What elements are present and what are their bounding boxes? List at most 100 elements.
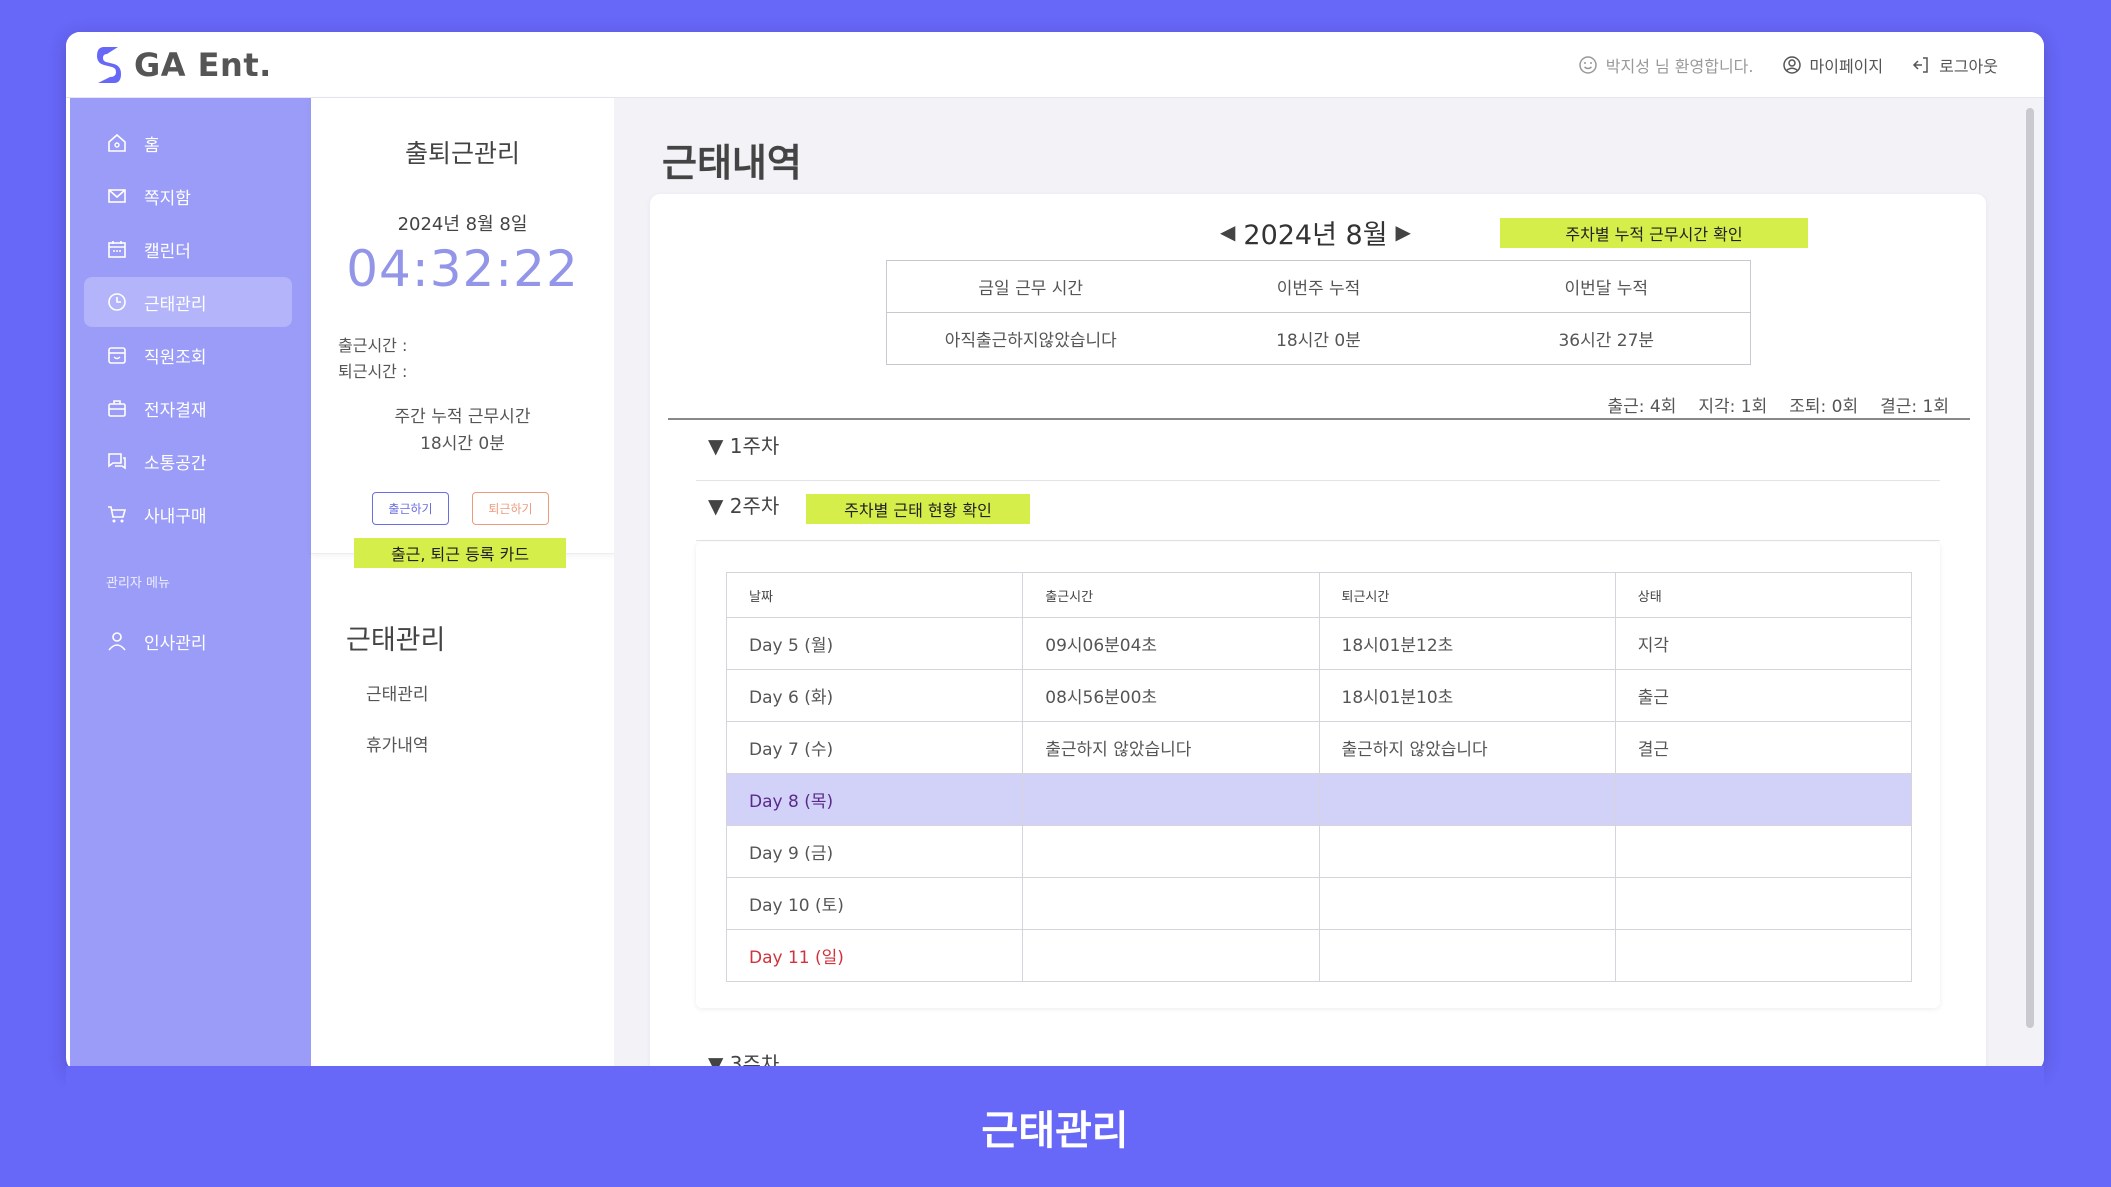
sidebar-item-home[interactable]: 홈 [84,118,292,168]
table-row[interactable]: Day 7 (수) 출근하지 않았습니다 출근하지 않았습니다 결근 [725,721,1913,774]
week-toggle-2[interactable]: ▼ 2주차 [708,490,779,519]
table-header-row: 날짜 출근시간 퇴근시간 상태 [725,572,1913,618]
day-cell: Day 9 (금) [725,825,1024,878]
day-cell: Day 6 (화) [725,669,1024,722]
card-title: 출퇴근관리 [404,139,520,168]
status-cell [1614,825,1913,878]
out-time-cell: 18시01분12초 [1318,617,1616,670]
weekly-total-annotation-tag: 주차별 누적 근무시간 확인 [1500,218,1808,248]
scrollbar[interactable] [2026,108,2034,1028]
clock-out-time: 퇴근시간 : [338,362,408,381]
brand-logo[interactable]: GA Ent. [94,44,272,86]
in-time-cell [1022,825,1320,878]
mypage-link[interactable]: 마이페이지 [1782,53,1883,77]
chat-icon [108,453,126,470]
week-divider [696,540,1940,541]
submenu-attendance-link[interactable]: 근태관리 [366,680,429,705]
table-row[interactable]: Day 11 (일) [725,929,1913,982]
clock-icon [108,293,126,311]
sidebar-item-label: 캘린더 [144,241,191,262]
status-cell [1614,877,1913,930]
count-early-leave: 조퇴: 0회 [1789,397,1859,417]
sidebar-item-label: 쪽지함 [144,188,191,209]
logout-label: 로그아웃 [1939,57,1998,76]
smile-icon [1579,56,1597,74]
status-cell: 지각 [1614,617,1913,670]
attendance-panel: 출퇴근관리 2024년 8월 8일 04:32:22 출근시간 : 퇴근시간 :… [311,98,614,1072]
brand-name: GA Ent. [134,45,272,84]
prev-month-icon[interactable]: ◀ [1220,220,1235,244]
attendance-history: ◀ 2024년 8월 ▶ 주차별 누적 근무시간 확인 금일 근무 시간 이번주… [650,194,1986,1072]
mail-icon [108,189,126,203]
sidebar-item-label: 소통공간 [144,453,207,474]
id-card-icon [108,347,126,364]
clock-in-button[interactable]: 출근하기 [372,492,449,525]
current-date: 2024년 8월 8일 [397,214,528,235]
logout-link[interactable]: 로그아웃 [1911,53,1998,77]
summary-table: 금일 근무 시간 이번주 누적 이번달 누적 아직출근하지않았습니다 18시간 … [886,260,1751,365]
weekly-total-value: 18시간 0분 [420,434,505,454]
sidebar-item-label: 근태관리 [144,294,207,315]
status-cell: 결근 [1614,721,1913,774]
sidebar-item-label: 직원조회 [144,347,207,368]
table-row-current[interactable]: Day 8 (목) [725,773,1913,826]
status-cell [1614,929,1913,982]
out-time-cell [1318,877,1616,930]
day-cell: Day 5 (월) [725,617,1024,670]
sidebar-item-community[interactable]: 소통공간 [84,436,292,486]
sidebar-item-approval[interactable]: 전자결재 [84,383,292,433]
summary-value: 18시간 0분 [1276,331,1361,351]
submenu-title: 근태관리 [346,625,446,656]
table-row[interactable]: Day 9 (금) [725,825,1913,878]
week-toggle-1[interactable]: ▼ 1주차 [708,430,779,459]
logout-icon [1913,57,1928,73]
user-circle-icon [1782,56,1801,74]
welcome-message: 박지성 님 환영합니다. [1578,53,1754,77]
summary-value: 아직출근하지않았습니다 [944,331,1117,351]
week-label: ▼ 1주차 [708,434,780,458]
page-title: 근태내역 [662,141,802,185]
sidebar-item-employees[interactable]: 직원조회 [84,330,292,380]
weekly-total: 주간 누적 근무시간 18시간 0분 [311,404,614,458]
table-row[interactable]: Day 6 (화) 08시56분00초 18시01분10초 출근 [725,669,1913,722]
in-time-cell: 출근하지 않았습니다 [1022,721,1320,774]
briefcase-icon [108,400,126,417]
table-row[interactable]: Day 10 (토) [725,877,1913,930]
in-time-cell [1022,877,1320,930]
calendar-icon [108,241,126,258]
next-month-icon[interactable]: ▶ [1396,220,1411,244]
sidebar-item-mail[interactable]: 쪽지함 [84,171,292,221]
month-navigator: ◀ 2024년 8월 ▶ 주차별 누적 근무시간 확인 [650,212,1986,252]
column-header: 상태 [1614,572,1913,618]
column-header: 날짜 [725,572,1024,618]
in-time-cell: 09시06분04초 [1022,617,1320,670]
in-time-cell [1022,773,1320,826]
cart-icon [108,506,127,523]
clock-out-button[interactable]: 퇴근하기 [472,492,549,525]
status-cell [1614,773,1913,826]
caption-banner: 근태관리 [66,1066,2044,1187]
status-cell: 출근 [1614,669,1913,722]
table-row[interactable]: Day 5 (월) 09시06분04초 18시01분12초 지각 [725,617,1913,670]
week-2-panel: 날짜 출근시간 퇴근시간 상태 Day 5 (월) 09시06분04초 18시0… [696,542,1940,1008]
main-content: 근태내역 ◀ 2024년 8월 ▶ 주차별 누적 근무시간 확인 금일 근무 시… [614,98,2044,1072]
attendance-counts: 출근: 4회 지각: 1회 조퇴: 0회 결근: 1회 [1608,392,1950,417]
sidebar-item-calendar[interactable]: 캘린더 [84,224,292,274]
clock-in-card: 출퇴근관리 2024년 8월 8일 04:32:22 출근시간 : 퇴근시간 :… [311,98,614,554]
out-time-cell [1318,773,1616,826]
sidebar-item-label: 홈 [144,135,160,156]
admin-menu-heading: 관리자 메뉴 [106,576,170,591]
sidebar-item-purchase[interactable]: 사내구매 [84,489,292,539]
sidebar-item-hr[interactable]: 인사관리 [84,616,292,666]
count-present: 출근: 4회 [1607,397,1677,417]
app-window: GA Ent. 박지성 님 환영합니다. 마이페이지 로그아웃 홈 쪽지함 캘린… [66,32,2044,1072]
sidebar-item-label: 전자결재 [144,400,207,421]
home-icon [108,133,126,152]
section-divider [668,418,1970,420]
submenu-vacation-link[interactable]: 휴가내역 [366,731,429,756]
sidebar-item-attendance[interactable]: 근태관리 [84,277,292,327]
top-bar: GA Ent. 박지성 님 환영합니다. 마이페이지 로그아웃 [66,32,2044,98]
day-cell: Day 8 (목) [725,773,1024,826]
day-cell: Day 11 (일) [725,929,1024,982]
in-time-cell [1022,929,1320,982]
